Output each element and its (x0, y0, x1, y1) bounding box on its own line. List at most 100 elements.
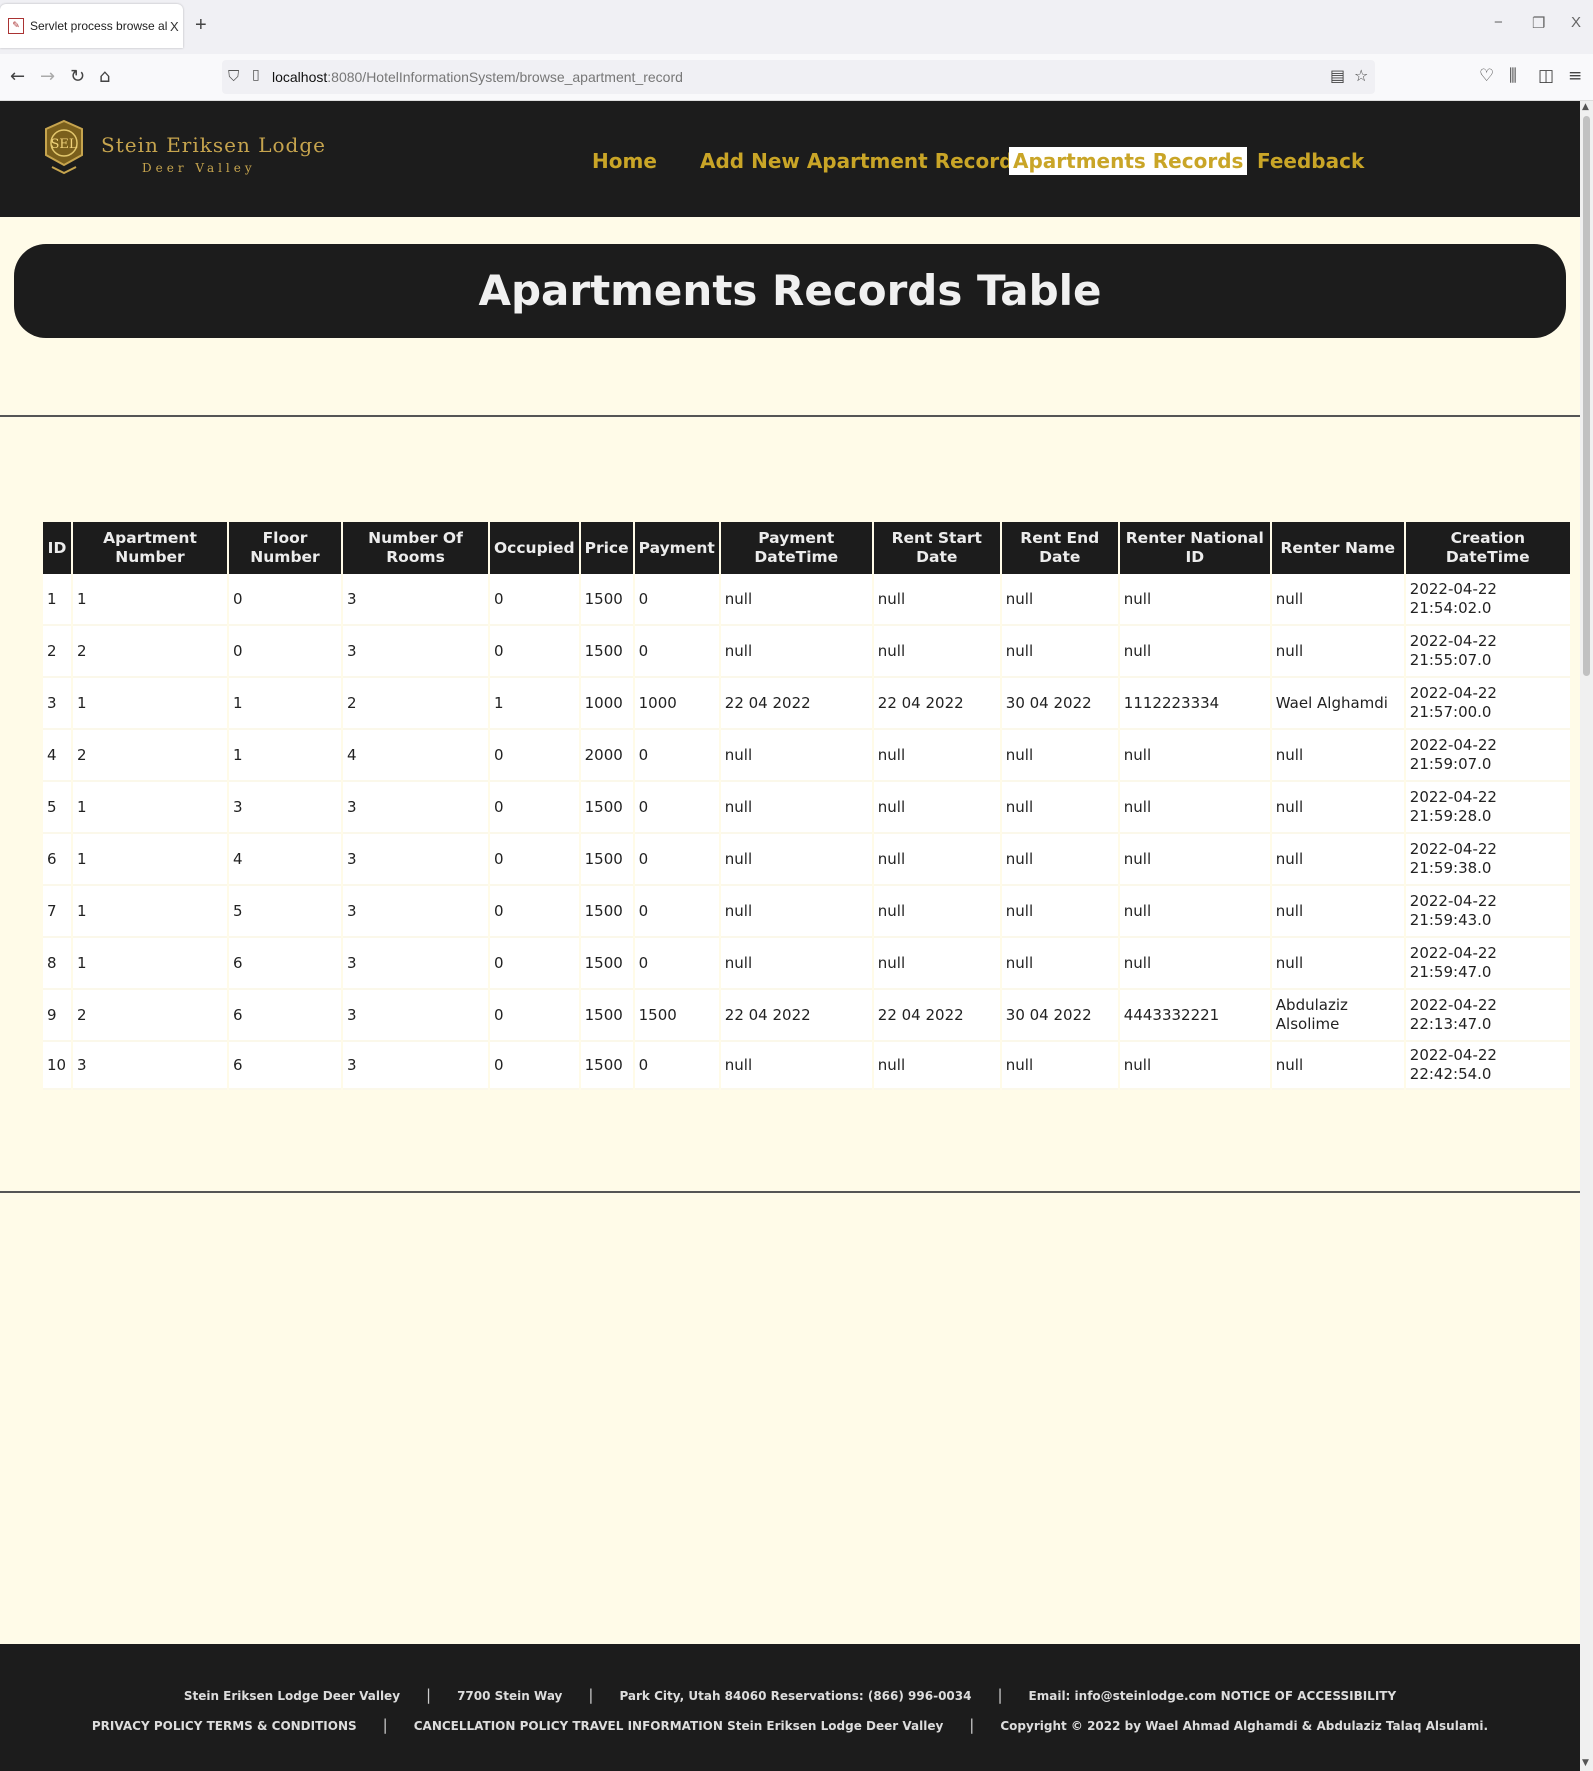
cell-rooms: 4 (343, 730, 488, 782)
created-time: 21:59:47.0 (1409, 963, 1492, 981)
created-date: 2022-04-22 (1409, 788, 1497, 806)
site-footer: Stein Eriksen Lodge Deer Valley | 7700 Ste… (0, 1644, 1580, 1771)
page-info-icon[interactable]: ▯ (252, 67, 260, 83)
nav-add-apartment-link[interactable]: Add New Apartment Record (700, 149, 1013, 173)
cell-nid: null (1119, 886, 1270, 938)
cell-end: null (1001, 782, 1118, 834)
col-header-creation-datetime: Creation DateTime (1405, 522, 1570, 574)
cell-created: 2022-04-22 21:59:07.0 (1405, 730, 1570, 782)
cell-payment: 0 (634, 1042, 719, 1090)
cell-payment: 0 (634, 886, 719, 938)
cell-price: 1500 (580, 886, 633, 938)
cell-created: 2022-04-22 21:59:47.0 (1405, 938, 1570, 990)
cell-payment: 0 (634, 730, 719, 782)
reader-view-icon[interactable]: ▤ (1330, 66, 1345, 85)
minimize-button[interactable]: − (1494, 14, 1503, 31)
footer-separator: | (969, 1716, 975, 1734)
cell-occupied: 1 (490, 678, 579, 730)
col-header-id: ID (43, 522, 71, 574)
cell-apt: 1 (73, 886, 227, 938)
cell-occupied: 0 (490, 626, 579, 678)
new-tab-button[interactable]: + (195, 14, 207, 37)
created-date: 2022-04-22 (1409, 632, 1497, 650)
browser-tab[interactable]: ✎ Servlet process browse all apart X (0, 4, 183, 48)
cell-occupied: 0 (490, 886, 579, 938)
footer-item: Copyright © 2022 by Wael Ahmad Alghamdi … (1000, 1719, 1489, 1733)
cell-floor: 5 (229, 886, 341, 938)
created-time: 21:55:07.0 (1409, 651, 1492, 669)
cell-apt: 3 (73, 1042, 227, 1090)
cell-apt: 1 (73, 938, 227, 990)
table-row: 8 1 6 3 0 1500 0 null null null null null 2022-04-22… (43, 938, 1570, 990)
created-date: 2022-04-22 (1409, 1046, 1497, 1064)
forward-arrow-icon[interactable]: → (40, 66, 55, 87)
cell-occupied: 0 (490, 1042, 579, 1090)
scrollbar-thumb[interactable] (1583, 116, 1590, 676)
address-bar[interactable]: ⛉ ▯ localhost:8080/HotelInformationSyste… (222, 60, 1375, 94)
library-icon[interactable]: ⫼ (1509, 66, 1517, 86)
cell-paydt: null (720, 834, 872, 886)
created-time: 22:42:54.0 (1409, 1065, 1492, 1083)
url-text[interactable]: localhost:8080/HotelInformationSystem/br… (272, 69, 683, 85)
cell-start: null (873, 834, 1000, 886)
scroll-down-icon[interactable]: ▼ (1582, 1758, 1589, 1768)
table-row: 10 3 6 3 0 1500 0 null null null null null 2022-04-2… (43, 1042, 1570, 1090)
cell-end: null (1001, 938, 1118, 990)
back-arrow-icon[interactable]: ← (10, 66, 25, 87)
restore-button[interactable]: ❐ (1532, 14, 1545, 32)
cell-floor: 0 (229, 626, 341, 678)
created-date: 2022-04-22 (1409, 996, 1497, 1014)
cell-floor: 6 (229, 938, 341, 990)
cell-created: 2022-04-22 21:54:02.0 (1405, 574, 1570, 626)
tab-close-icon[interactable]: X (170, 19, 179, 34)
sidebar-icon[interactable]: ◫ (1538, 66, 1554, 86)
cell-created: 2022-04-22 21:59:28.0 (1405, 782, 1570, 834)
cell-rooms: 3 (343, 626, 488, 678)
created-date: 2022-04-22 (1409, 840, 1497, 858)
footer-separator: | (382, 1716, 388, 1734)
cell-start: null (873, 938, 1000, 990)
divider-top (0, 415, 1580, 417)
cell-floor: 3 (229, 782, 341, 834)
table-row: 7 1 5 3 0 1500 0 null null null null null 2022-04-22… (43, 886, 1570, 938)
svg-text:SEL: SEL (50, 137, 77, 152)
cell-end: null (1001, 1042, 1118, 1090)
bookmark-star-icon[interactable]: ☆ (1354, 66, 1368, 85)
cell-name: null (1271, 574, 1404, 626)
col-header-floor-number: Floor Number (229, 522, 341, 574)
cell-rooms: 3 (343, 1042, 488, 1090)
cell-name: Wael Alghamdi (1271, 678, 1404, 730)
footer-item: Park City, Utah 84060 Reservations: (866… (619, 1689, 972, 1703)
window-close-button[interactable]: X (1571, 14, 1581, 31)
table-row: 9 2 6 3 0 1500 1500 22 04 2022 22 04 2022 30 04 2… (43, 990, 1570, 1042)
footer-separator: | (997, 1686, 1003, 1704)
menu-icon[interactable]: ≡ (1568, 66, 1582, 86)
reload-icon[interactable]: ↻ (70, 66, 85, 87)
table-row: 6 1 4 3 0 1500 0 null null null null null 2022-04-22… (43, 834, 1570, 886)
cell-end: null (1001, 626, 1118, 678)
nav-home-link[interactable]: Home (592, 149, 657, 173)
col-header-renter-national-id: Renter National ID (1119, 522, 1270, 574)
shield-icon[interactable]: ⛉ (228, 67, 239, 85)
cell-paydt: null (720, 730, 872, 782)
created-date: 2022-04-22 (1409, 736, 1497, 754)
cell-start: null (873, 886, 1000, 938)
cell-start: 22 04 2022 (873, 678, 1000, 730)
cell-price: 2000 (580, 730, 633, 782)
lodge-crest-icon[interactable]: SEL (42, 119, 86, 175)
cell-start: null (873, 574, 1000, 626)
table-row: 2 2 0 3 0 1500 0 null null null null null 2022-04-22… (43, 626, 1570, 678)
footer-separator: | (426, 1686, 432, 1704)
cell-name: null (1271, 782, 1404, 834)
col-header-payment-datetime: Payment DateTime (720, 522, 872, 574)
cell-rooms: 3 (343, 938, 488, 990)
cell-floor: 0 (229, 574, 341, 626)
pocket-icon[interactable]: ♡ (1479, 66, 1494, 86)
nav-feedback-link[interactable]: Feedback (1257, 149, 1364, 173)
scroll-up-icon[interactable]: ▲ (1582, 102, 1589, 112)
nav-apartments-records-link[interactable]: Apartments Records (1009, 147, 1248, 175)
cell-paydt: null (720, 1042, 872, 1090)
cell-id: 7 (43, 886, 71, 938)
home-icon[interactable]: ⌂ (99, 66, 110, 87)
cell-name: Abdulaziz Alsolime (1271, 990, 1404, 1042)
